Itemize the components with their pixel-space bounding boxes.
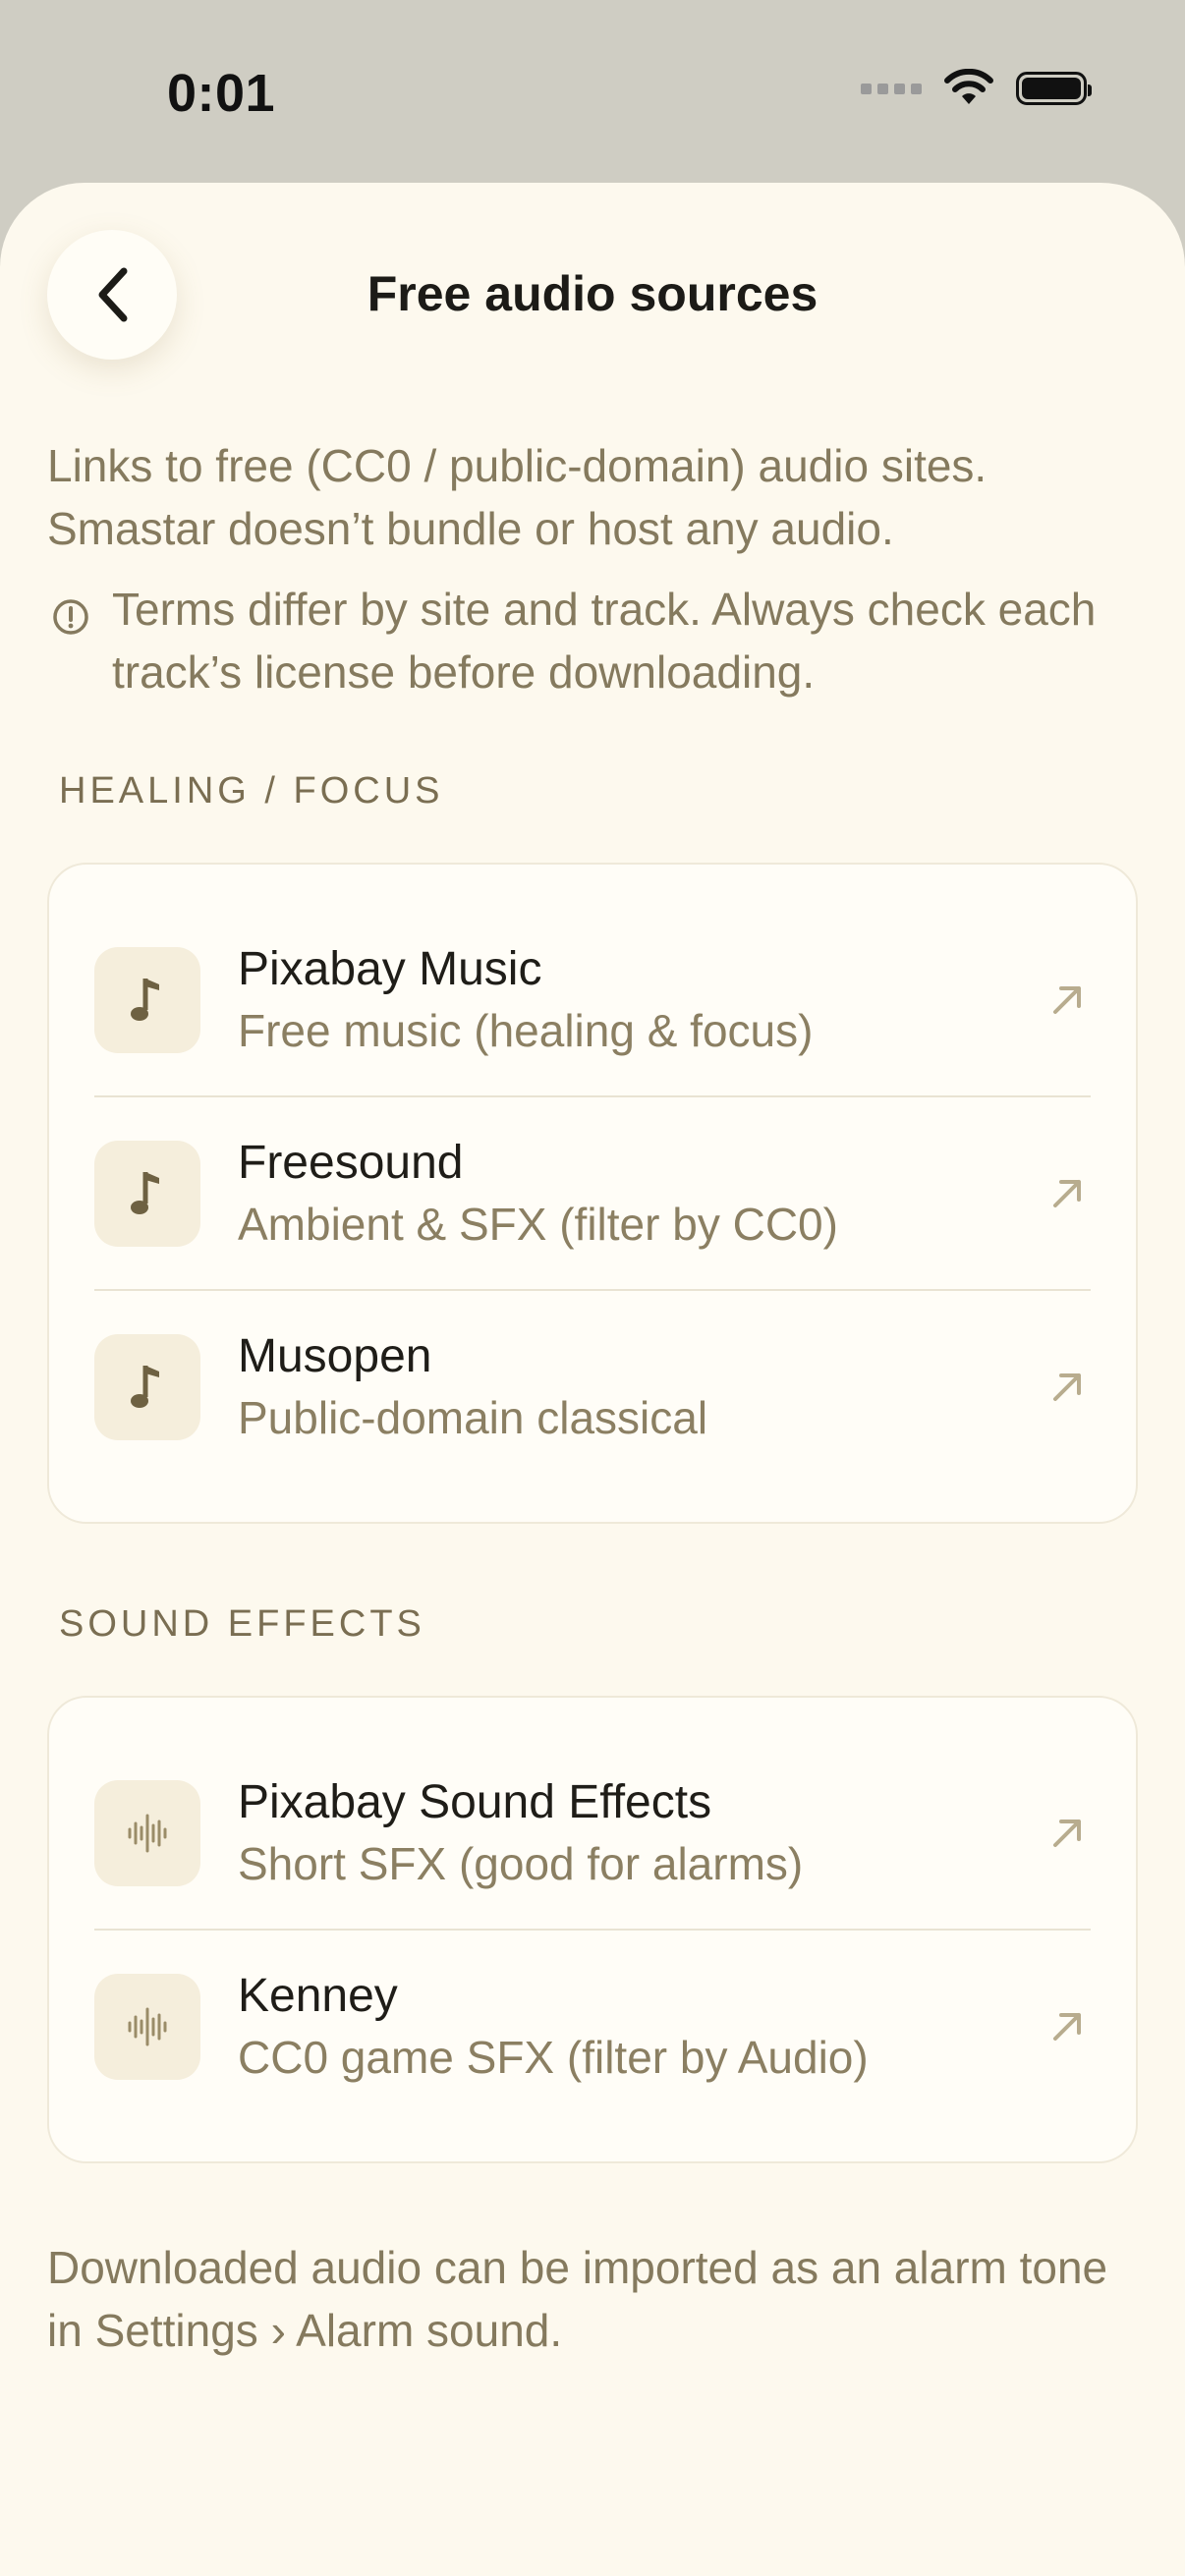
item-subtitle: Short SFX (good for alarms) (238, 1837, 804, 1889)
item-title: Musopen (238, 1329, 432, 1382)
item-title: Pixabay Music (238, 942, 542, 995)
list-item-pixabay-sound-effects[interactable]: Pixabay Sound Effects Short SFX (good fo… (94, 1737, 1091, 1929)
waveform-icon (94, 1973, 200, 2080)
music-note-icon (94, 1140, 200, 1247)
battery-icon (1016, 72, 1092, 105)
intro-description: Links to free (CC0 / public-domain) audi… (47, 440, 988, 554)
item-title: Pixabay Sound Effects (238, 1775, 712, 1828)
item-title: Freesound (238, 1136, 464, 1189)
footer-note: Downloaded audio can be imported as an a… (47, 2242, 1108, 2356)
item-subtitle: Public-domain classical (238, 1391, 708, 1443)
page-title: Free audio sources (367, 266, 818, 321)
cellular-signal-icon (861, 83, 922, 94)
item-subtitle: CC0 game SFX (filter by Audio) (238, 2031, 869, 2083)
external-link-arrow-icon (1053, 2012, 1081, 2041)
music-note-icon (94, 1333, 200, 1440)
external-link-arrow-icon (1053, 1819, 1081, 1847)
list-item-pixabay-music[interactable]: Pixabay Music Free music (healing & focu… (94, 904, 1091, 1095)
info-icon (53, 599, 88, 635)
intro: Links to free (CC0 / public-domain) audi… (47, 434, 1128, 703)
list-item-kenney[interactable]: Kenney CC0 game SFX (filter by Audio) (94, 1929, 1091, 2122)
sheet: Free audio sources Links to free (CC0 / … (0, 183, 1185, 2576)
list-item-freesound[interactable]: Freesound Ambient & SFX (filter by CC0) (94, 1095, 1091, 1289)
section-label-healing-focus: HEALING / FOCUS (59, 770, 444, 812)
license-warning: Terms differ by site and track. Always c… (47, 578, 1128, 703)
status-icons (861, 69, 1092, 108)
card-sound-effects: Pixabay Sound Effects Short SFX (good fo… (47, 1696, 1138, 2163)
music-note-icon (94, 946, 200, 1053)
external-link-arrow-icon (1053, 985, 1081, 1014)
status-time: 0:01 (167, 64, 276, 123)
external-link-arrow-icon (1053, 1179, 1081, 1207)
status-bar: 0:01 (0, 0, 1185, 187)
warning-text: Terms differ by site and track. Always c… (112, 584, 1097, 698)
waveform-icon (94, 1779, 200, 1886)
card-healing-focus: Pixabay Music Free music (healing & focu… (47, 863, 1138, 1524)
list-item-musopen[interactable]: Musopen Public-domain classical (94, 1289, 1091, 1483)
section-label-sound-effects: SOUND EFFECTS (59, 1603, 425, 1645)
external-link-arrow-icon (1053, 1372, 1081, 1401)
item-title: Kenney (238, 1969, 398, 2022)
item-subtitle: Free music (healing & focus) (238, 1004, 814, 1056)
item-subtitle: Ambient & SFX (filter by CC0) (238, 1198, 838, 1250)
wifi-icon (944, 69, 993, 104)
